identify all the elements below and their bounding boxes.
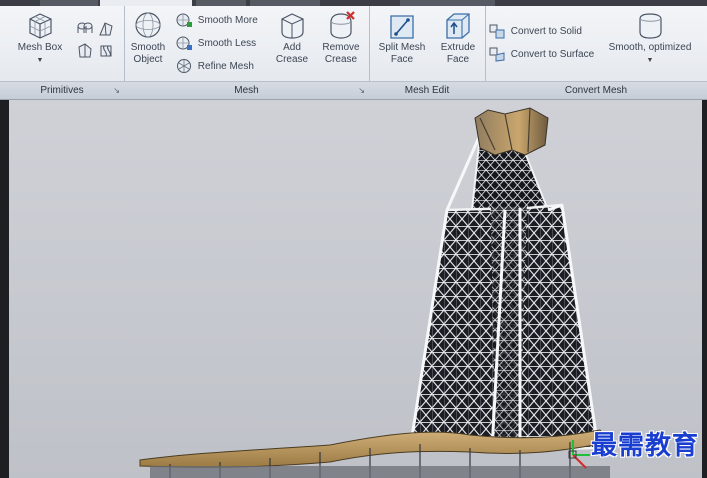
panel-mesh: Smooth Object Smooth More Smooth Less Re…: [124, 6, 370, 99]
mesh-box-label: Mesh Box: [17, 42, 63, 53]
convert-to-solid-label: Convert to Solid: [510, 26, 582, 37]
add-crease-label: Add Crease: [275, 42, 309, 65]
smooth-less-icon: [176, 36, 192, 51]
tower-3d-model[interactable]: [0, 100, 707, 478]
convert-to-solid-icon: [489, 24, 505, 39]
smooth-less-button[interactable]: Smooth Less: [176, 35, 256, 53]
smooth-object-button[interactable]: Smooth Object: [124, 10, 172, 66]
refine-mesh-icon: [177, 59, 191, 74]
mesh-pyramid-icon: [78, 43, 92, 58]
panel-mesh-footer[interactable]: Mesh ↘: [124, 81, 369, 99]
smooth-more-button[interactable]: Smooth More: [176, 12, 258, 30]
dropdown-arrow-icon[interactable]: ▼: [14, 55, 66, 67]
smooth-less-label: Smooth Less: [197, 38, 257, 49]
add-crease-button[interactable]: Add Crease: [268, 10, 316, 66]
smooth-optimized-dropdown[interactable]: Smooth, optimized ▼: [603, 10, 697, 67]
mesh-wedge-icon: [99, 22, 113, 36]
panel-launcher-icon[interactable]: ↘: [113, 82, 120, 99]
smooth-optimized-label: Smooth, optimized: [608, 42, 692, 53]
split-mesh-face-label: Split Mesh Face: [378, 42, 426, 65]
convert-to-solid-button[interactable]: Convert to Solid: [489, 23, 582, 41]
drawing-viewport[interactable]: 最需教育: [0, 100, 707, 478]
smooth-more-icon: [176, 13, 192, 28]
split-mesh-face-icon: [390, 15, 414, 39]
panel-title: Mesh: [234, 85, 259, 96]
smooth-object-icon: [135, 12, 161, 38]
mesh-wedge-button[interactable]: [97, 20, 115, 38]
smooth-object-label: Smooth Object: [130, 42, 166, 65]
split-mesh-face-button[interactable]: Split Mesh Face: [375, 10, 429, 66]
panel-primitives-footer[interactable]: Primitives ↘: [0, 81, 124, 99]
smooth-more-label: Smooth More: [197, 15, 258, 26]
panel-title: Primitives: [40, 85, 84, 96]
convert-to-surface-icon: [489, 47, 505, 62]
panel-mesh-edit: Split Mesh Face Extrude Face Mesh Edit: [369, 6, 486, 99]
add-crease-icon: [281, 13, 304, 39]
panel-primitives: Mesh Box ▼ Primitives ↘: [0, 6, 125, 99]
mesh-box-button[interactable]: Mesh Box ▼: [14, 10, 66, 67]
panel-launcher-icon[interactable]: ↘: [358, 82, 365, 99]
panel-mesh-edit-footer: Mesh Edit: [369, 81, 485, 99]
mesh-pyramid-button[interactable]: [76, 42, 94, 60]
mesh-torus-icon: [100, 45, 112, 57]
dropdown-arrow-icon[interactable]: ▼: [603, 55, 697, 67]
podium-base: [150, 466, 610, 478]
remove-crease-icon: [330, 11, 355, 39]
ribbon: Mesh Box ▼ Primitives ↘ Smooth Object Sm…: [0, 6, 707, 100]
extrude-face-icon: [446, 13, 470, 39]
remove-crease-label: Remove Crease: [322, 42, 360, 65]
panel-convert-mesh-footer: Convert Mesh: [485, 81, 707, 99]
convert-to-surface-button[interactable]: Convert to Surface: [489, 46, 594, 64]
watermark-text: 最需教育: [590, 431, 699, 461]
mesh-box-icon: [29, 13, 52, 39]
extrude-face-label: Extrude Face: [440, 42, 476, 65]
remove-crease-button[interactable]: Remove Crease: [316, 10, 366, 66]
panel-title: Convert Mesh: [564, 85, 628, 96]
panel-title: Mesh Edit: [404, 85, 450, 96]
panel-convert-mesh: Convert to Solid Convert to Surface Smoo…: [485, 6, 707, 99]
smooth-optimized-icon: [639, 13, 662, 39]
convert-to-surface-label: Convert to Surface: [510, 49, 595, 60]
refine-mesh-label: Refine Mesh: [197, 61, 254, 72]
mesh-cylinder-icon: [77, 22, 93, 33]
mesh-cylinder-button[interactable]: [76, 20, 94, 38]
extrude-face-button[interactable]: Extrude Face: [431, 10, 485, 66]
refine-mesh-button[interactable]: Refine Mesh: [176, 58, 254, 76]
mesh-torus-button[interactable]: [97, 42, 115, 60]
